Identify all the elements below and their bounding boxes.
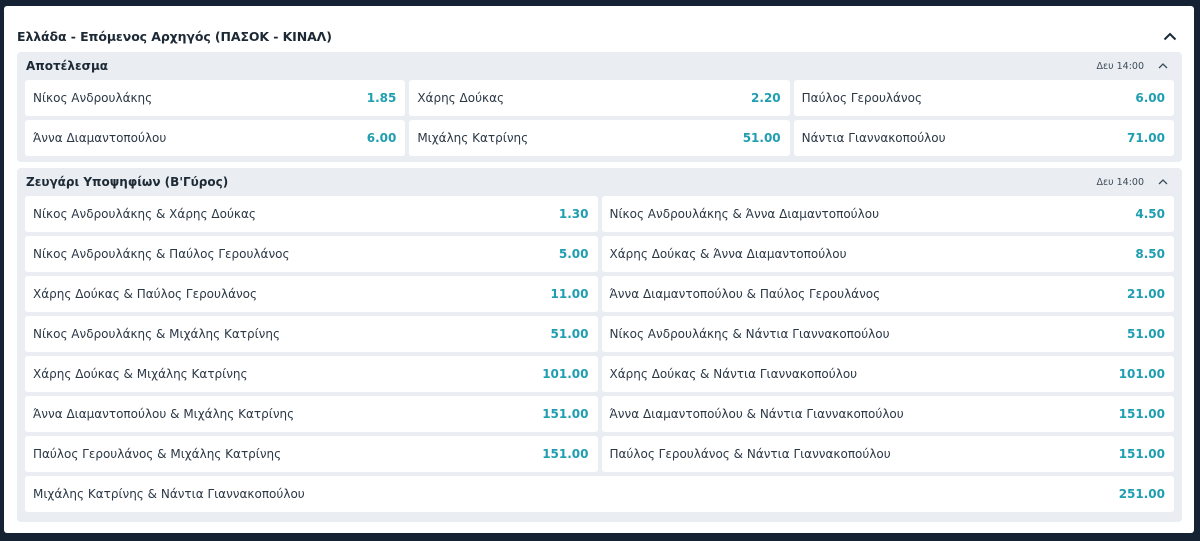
selection-odd: 4.50 [1135, 207, 1165, 221]
selection-odd: 51.00 [742, 131, 781, 145]
selection-name: Νάντια Γιαννακοπούλου [801, 131, 946, 145]
selection-name: Νίκος Ανδρουλάκης & Παύλος Γερουλάνος [33, 247, 290, 261]
selection-odd: 151.00 [542, 407, 589, 421]
selection-odd: 71.00 [1127, 131, 1165, 145]
selection-odd: 151.00 [542, 447, 589, 461]
selection-button[interactable]: Νίκος Ανδρουλάκης & Άννα Διαμαντοπούλου 4… [601, 196, 1174, 232]
selection-name: Νίκος Ανδρουλάκης & Χάρης Δούκας [33, 207, 256, 221]
selection-button[interactable]: Νίκος Ανδρουλάκης & Νάντια Γιαννακοπούλο… [601, 316, 1174, 352]
selection-name: Παύλος Γερουλάνος & Μιχάλης Κατρίνης [33, 447, 282, 461]
selection-name: Χάρης Δούκας & Παύλος Γερουλάνος [33, 287, 258, 301]
event-header[interactable]: Ελλάδα - Επόμενος Αρχηγός (ΠΑΣΟΚ - ΚΙΝΑΛ… [17, 24, 1182, 48]
selection-odd: 2.20 [751, 91, 781, 105]
selection-odd: 21.00 [1127, 287, 1165, 301]
selection-name: Χάρης Δούκας & Νάντια Γιαννακοπούλου [609, 367, 858, 381]
selection-name: Νίκος Ανδρουλάκης & Μιχάλης Κατρίνης [33, 327, 281, 341]
selection-odd: 101.00 [542, 367, 589, 381]
selection-name: Νίκος Ανδρουλάκης & Νάντια Γιαννακοπούλο… [609, 327, 890, 341]
market-header[interactable]: Αποτέλεσμα Δευ 14:00 [17, 52, 1182, 80]
selection-name: Άννα Διαμαντοπούλου & Παύλος Γερουλάνος [609, 287, 881, 301]
selection-odd: 5.00 [558, 247, 589, 261]
selection-name: Άννα Διαμαντοπούλου & Μιχάλης Κατρίνης [33, 407, 295, 421]
selection-name: Άννα Διαμαντοπούλου [33, 131, 167, 145]
selection-button[interactable]: Άννα Διαμαντοπούλου & Νάντια Γιαννακοπού… [601, 396, 1174, 432]
selection-button[interactable]: Παύλος Γερουλάνος 6.00 [793, 80, 1174, 116]
selection-button[interactable]: Νίκος Ανδρουλάκης & Μιχάλης Κατρίνης 51.0… [25, 316, 598, 352]
market-time: Δευ 14:00 [1096, 176, 1144, 188]
selection-odd: 151.00 [1118, 407, 1165, 421]
selection-odd: 6.00 [366, 131, 397, 145]
selection-odd: 1.85 [366, 91, 397, 105]
selection-grid: Νίκος Ανδρουλάκης 1.85 Χάρης Δούκας 2.20 Π… [17, 80, 1182, 156]
selection-name: Άννα Διαμαντοπούλου & Νάντια Γιαννακοπού… [609, 407, 904, 421]
selection-name: Χάρης Δούκας [417, 91, 505, 105]
selection-name: Μιχάλης Κατρίνης [417, 131, 529, 145]
selection-name: Παύλος Γερουλάνος [801, 91, 923, 105]
market-title: Αποτέλεσμα [26, 59, 109, 73]
selection-odd: 251.00 [1118, 487, 1165, 501]
selection-name: Χάρης Δούκας & Άννα Διαμαντοπούλου [609, 247, 847, 261]
event-title: Ελλάδα - Επόμενος Αρχηγός (ΠΑΣΟΚ - ΚΙΝΑΛ… [17, 28, 332, 44]
selection-name: Μιχάλης Κατρίνης & Νάντια Γιαννακοπούλου [33, 487, 305, 501]
selection-odd: 151.00 [1118, 447, 1165, 461]
selection-odd: 6.00 [1135, 91, 1165, 105]
selection-name: Παύλος Γερουλάνος & Νάντια Γιαννακοπούλο… [609, 447, 891, 461]
selection-button[interactable]: Άννα Διαμαντοπούλου & Μιχάλης Κατρίνης 15… [25, 396, 598, 432]
selection-button[interactable]: Παύλος Γερουλάνος & Νάντια Γιαννακοπούλο… [601, 436, 1174, 472]
selection-button[interactable]: Χάρης Δούκας & Νάντια Γιαννακοπούλου 101.… [601, 356, 1174, 392]
selection-name: Χάρης Δούκας & Μιχάλης Κατρίνης [33, 367, 248, 381]
market-header[interactable]: Ζευγάρι Υποψηφίων (Β'Γύρος) Δευ 14:00 [17, 168, 1182, 196]
selection-button[interactable]: Παύλος Γερουλάνος & Μιχάλης Κατρίνης 151.… [25, 436, 598, 472]
market-candidate-pair: Ζευγάρι Υποψηφίων (Β'Γύρος) Δευ 14:00 Νί… [17, 168, 1182, 522]
selection-name: Νίκος Ανδρουλάκης & Άννα Διαμαντοπούλου [609, 207, 880, 221]
selection-odd: 1.30 [558, 207, 589, 221]
selection-button[interactable]: Νάντια Γιαννακοπούλου 71.00 [793, 120, 1174, 156]
event-panel: Ελλάδα - Επόμενος Αρχηγός (ΠΑΣΟΚ - ΚΙΝΑΛ… [4, 6, 1194, 533]
selection-odd: 101.00 [1118, 367, 1165, 381]
selection-name: Νίκος Ανδρουλάκης [33, 91, 153, 105]
chevron-up-icon[interactable] [1154, 173, 1172, 191]
selection-button[interactable]: Μιχάλης Κατρίνης 51.00 [409, 120, 790, 156]
selection-odd: 11.00 [550, 287, 589, 301]
chevron-up-icon[interactable] [1154, 57, 1172, 75]
selection-button[interactable]: Χάρης Δούκας & Άννα Διαμαντοπούλου 8.50 [601, 236, 1174, 272]
market-time: Δευ 14:00 [1096, 60, 1144, 72]
selection-button[interactable]: Μιχάλης Κατρίνης & Νάντια Γιαννακοπούλου… [25, 476, 1174, 512]
selection-odd: 51.00 [1127, 327, 1165, 341]
selection-button[interactable]: Χάρης Δούκας & Μιχάλης Κατρίνης 101.00 [25, 356, 598, 392]
selection-button[interactable]: Χάρης Δούκας & Παύλος Γερουλάνος 11.00 [25, 276, 598, 312]
selection-button[interactable]: Άννα Διαμαντοπούλου 6.00 [25, 120, 406, 156]
selection-button[interactable]: Νίκος Ανδρουλάκης & Χάρης Δούκας 1.30 [25, 196, 598, 232]
selection-button[interactable]: Νίκος Ανδρουλάκης 1.85 [25, 80, 406, 116]
chevron-up-icon[interactable] [1158, 24, 1182, 48]
market-title: Ζευγάρι Υποψηφίων (Β'Γύρος) [26, 175, 229, 189]
selection-button[interactable]: Άννα Διαμαντοπούλου & Παύλος Γερουλάνος 2… [601, 276, 1174, 312]
selection-grid: Νίκος Ανδρουλάκης & Χάρης Δούκας 1.30 Νίκ… [17, 196, 1182, 512]
selection-button[interactable]: Χάρης Δούκας 2.20 [409, 80, 790, 116]
market-result: Αποτέλεσμα Δευ 14:00 Νίκος Ανδρουλάκης 1.… [17, 52, 1182, 162]
selection-odd: 51.00 [550, 327, 589, 341]
selection-odd: 8.50 [1135, 247, 1165, 261]
selection-button[interactable]: Νίκος Ανδρουλάκης & Παύλος Γερουλάνος 5.0… [25, 236, 598, 272]
